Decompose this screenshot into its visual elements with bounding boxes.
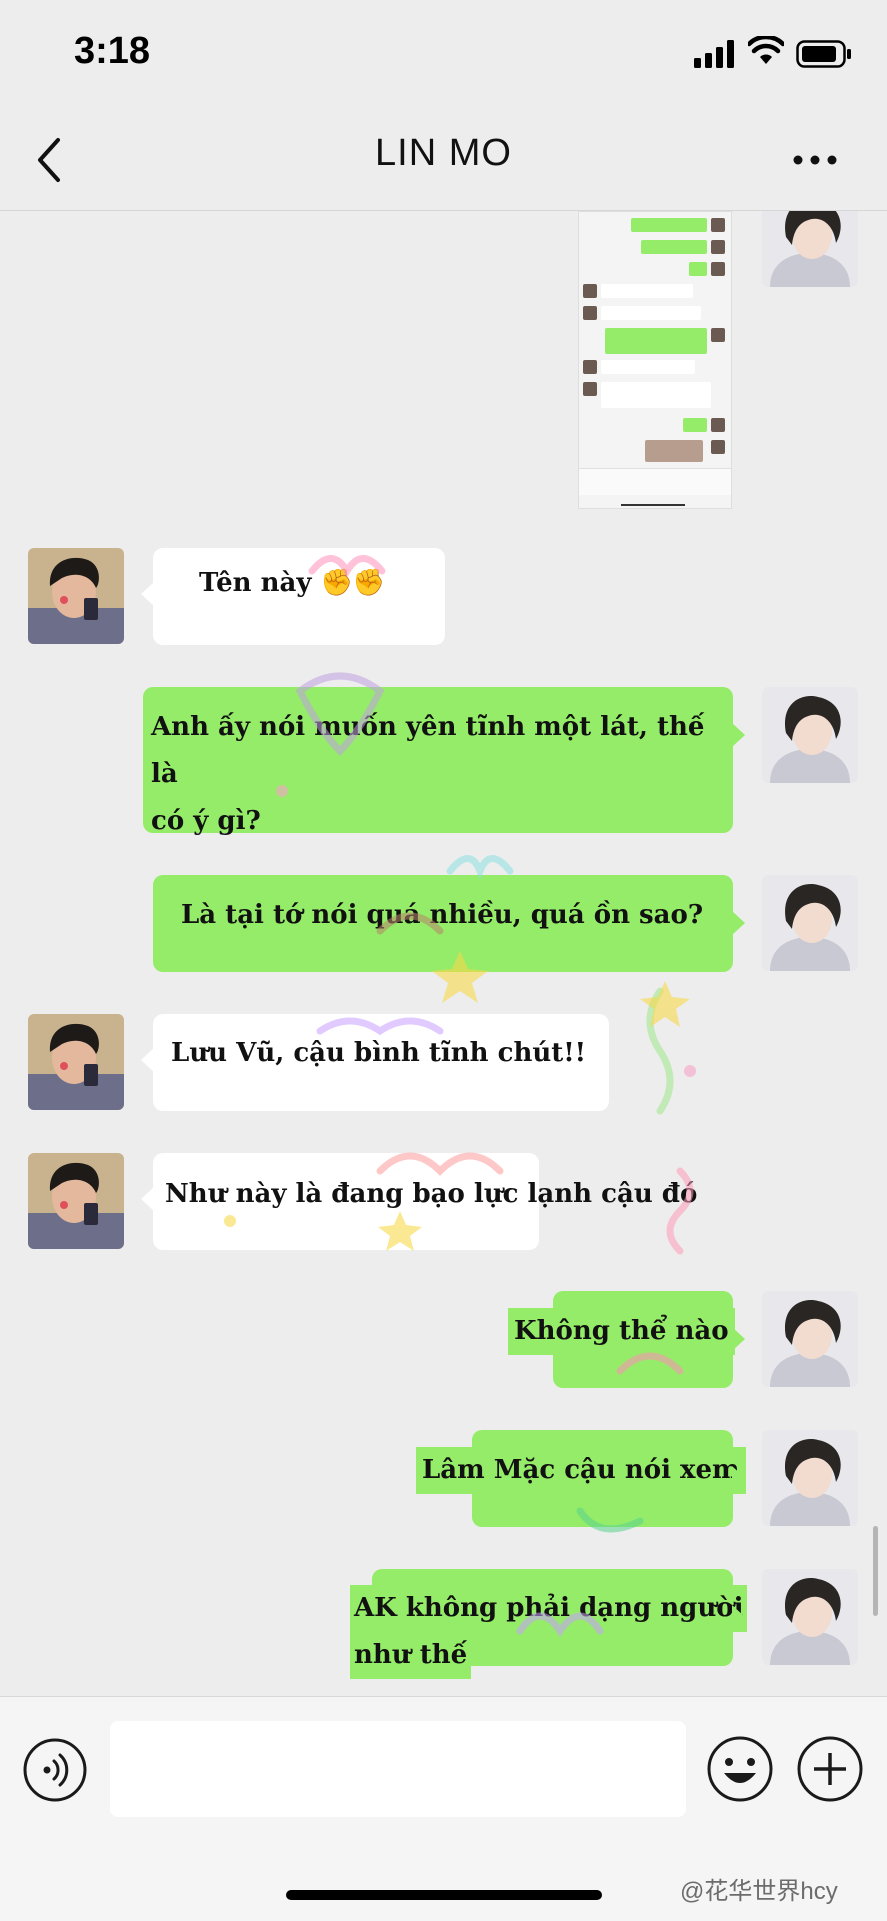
message-text-line2: có ý gì? <box>151 806 261 836</box>
emoji-icon[interactable] <box>706 1735 774 1803</box>
home-indicator[interactable] <box>286 1890 602 1900</box>
message-input[interactable] <box>110 1721 686 1817</box>
avatar-friend[interactable] <box>28 548 124 644</box>
message-text-line2: như thế <box>350 1632 472 1679</box>
message-list[interactable]: Tên này ✊✊ Anh ấy nói muốn yên tĩnh một … <box>0 211 887 1695</box>
status-time: 3:18 <box>74 30 151 72</box>
message-bubble[interactable]: Anh ấy nói muốn yên tĩnh một lát, thế là… <box>143 687 745 836</box>
message-text-line1: Anh ấy nói muốn yên tĩnh một lát, thế là <box>151 712 705 789</box>
message-bubble[interactable]: Không thể nào <box>508 1291 745 1388</box>
wifi-icon <box>746 34 786 70</box>
message-text: Như này là đang bạo lực lạnh cậu đó <box>165 1179 698 1209</box>
message-bubble[interactable]: Lâm Mặc cậu nói xem <box>416 1430 746 1527</box>
chat-title: LIN MO <box>375 132 512 174</box>
message-bubble[interactable]: Như này là đang bạo lực lạnh cậu đó <box>141 1153 697 1250</box>
message-text: Là tại tớ nói quá nhiều, quá ồn sao? <box>181 900 704 930</box>
avatar-lin-mo[interactable] <box>762 875 858 971</box>
avatar-lin-mo[interactable] <box>762 1569 858 1665</box>
status-bar: 3:18 <box>0 0 887 110</box>
message-text-line1: AK không phải dạng người <box>350 1585 748 1632</box>
avatar-friend[interactable] <box>28 1153 124 1249</box>
avatar-lin-mo[interactable] <box>762 687 858 783</box>
message-text: Lâm Mặc cậu nói xem <box>416 1447 746 1494</box>
more-dots-icon[interactable] <box>790 140 840 180</box>
scrollbar[interactable] <box>873 1526 878 1616</box>
avatar-lin-mo[interactable] <box>762 1291 858 1387</box>
avatar-lin-mo[interactable] <box>762 1430 858 1526</box>
message-bubble[interactable]: Lưu Vũ, cậu bình tĩnh chút!! <box>141 1014 609 1111</box>
signal-icon <box>694 40 738 72</box>
message-text: Tên này ✊✊ <box>199 568 386 598</box>
chat-header: LIN MO <box>0 110 887 211</box>
message-bubble[interactable]: Tên này ✊✊ <box>141 548 445 645</box>
watermark: @花华世界hcy <box>680 1878 838 1905</box>
message-bubble[interactable]: Là tại tớ nói quá nhiều, quá ồn sao? <box>153 875 745 972</box>
battery-icon <box>796 40 852 72</box>
message-text: Không thể nào <box>508 1308 735 1355</box>
voice-icon[interactable] <box>22 1737 88 1803</box>
message-bubble[interactable]: AK không phải dạng người như thế <box>350 1569 748 1679</box>
input-bar: @花华世界hcy <box>0 1696 887 1921</box>
avatar-lin-mo[interactable] <box>762 211 858 287</box>
avatar-friend[interactable] <box>28 1014 124 1110</box>
screenshot-image-message[interactable] <box>578 211 732 509</box>
plus-icon[interactable] <box>796 1735 864 1803</box>
message-text: Lưu Vũ, cậu bình tĩnh chút!! <box>171 1038 587 1068</box>
